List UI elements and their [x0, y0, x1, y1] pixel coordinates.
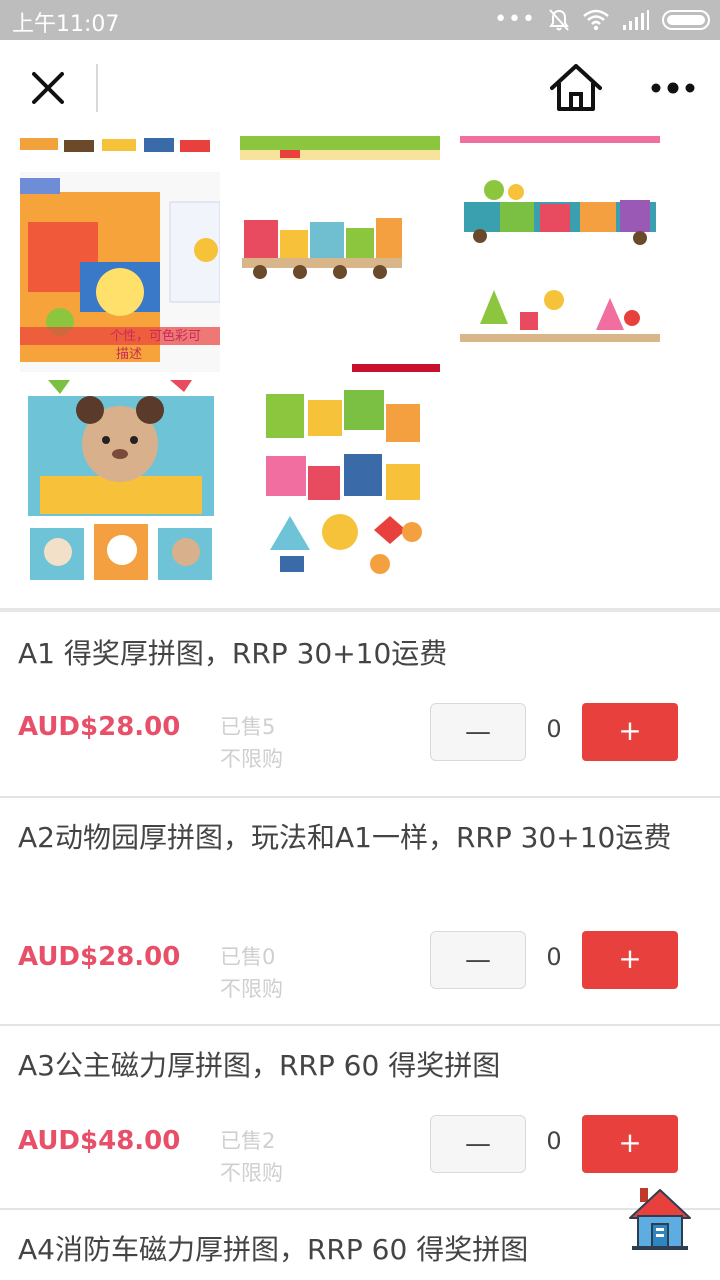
product-sold-count: 已售5: [220, 715, 276, 739]
quantity-value: 0: [546, 715, 562, 743]
increase-quantity-button[interactable]: +: [582, 1115, 678, 1173]
decrease-quantity-button[interactable]: —: [430, 703, 526, 761]
product-item: A4消防车磁力厚拼图，RRP 60 得奖拼图: [0, 1210, 720, 1280]
battery-icon: [662, 10, 710, 30]
status-bar: 上午11:07 •••: [0, 0, 720, 40]
product-item: A3公主磁力厚拼图，RRP 60 得奖拼图 AUD$48.00 已售2 不限购 …: [0, 1026, 720, 1210]
more-status-icon: •••: [494, 7, 536, 32]
product-price: AUD$28.00: [18, 712, 181, 742]
gallery-image[interactable]: 个性，可色彩可 描述: [20, 172, 220, 372]
nav-bar: [0, 40, 720, 136]
quantity-value: 0: [546, 943, 562, 971]
increase-quantity-button[interactable]: +: [582, 703, 678, 761]
product-limit: 不限购: [220, 747, 283, 771]
product-title: A3公主磁力厚拼图，RRP 60 得奖拼图: [18, 1049, 501, 1082]
product-title: A2动物园厚拼图，玩法和A1一样，RRP 30+10运费: [18, 821, 672, 854]
decrease-quantity-button[interactable]: —: [430, 1115, 526, 1173]
status-icons: •••: [494, 6, 710, 34]
gallery-image[interactable]: [460, 172, 660, 372]
floating-home-icon[interactable]: [628, 1186, 692, 1252]
product-price: AUD$28.00: [18, 942, 181, 972]
nav-separator: [96, 64, 98, 112]
image-text: 描述: [116, 347, 142, 362]
product-title: A1 得奖厚拼图，RRP 30+10运费: [18, 637, 448, 670]
wifi-icon: [583, 9, 609, 31]
gallery-image[interactable]: [240, 136, 440, 164]
home-icon[interactable]: [548, 62, 604, 114]
product-item: A2动物园厚拼图，玩法和A1一样，RRP 30+10运费 AUD$28.00 已…: [0, 798, 720, 1026]
gallery-image[interactable]: [20, 136, 220, 164]
more-dots-icon[interactable]: [646, 70, 700, 106]
bell-muted-icon: [549, 9, 569, 31]
product-gallery: 个性，可色彩可 描述: [0, 136, 720, 610]
gallery-image[interactable]: [20, 380, 220, 580]
quantity-value: 0: [546, 1127, 562, 1155]
product-item: A1 得奖厚拼图，RRP 30+10运费 AUD$28.00 已售5 不限购 —…: [0, 612, 720, 798]
gallery-image[interactable]: [460, 136, 660, 150]
gallery-image[interactable]: [240, 380, 440, 580]
decrease-quantity-button[interactable]: —: [430, 931, 526, 989]
product-limit: 不限购: [220, 977, 283, 1001]
product-price: AUD$48.00: [18, 1126, 181, 1156]
product-sold-count: 已售0: [220, 945, 276, 969]
product-title: A4消防车磁力厚拼图，RRP 60 得奖拼图: [18, 1233, 529, 1266]
product-limit: 不限购: [220, 1161, 283, 1185]
status-time: 上午11:07: [12, 12, 120, 37]
product-sold-count: 已售2: [220, 1129, 276, 1153]
close-icon[interactable]: [26, 66, 70, 110]
increase-quantity-button[interactable]: +: [582, 931, 678, 989]
signal-icon: [623, 10, 649, 30]
gallery-image[interactable]: [240, 172, 440, 372]
image-text: 个性，可色彩可: [110, 328, 201, 344]
